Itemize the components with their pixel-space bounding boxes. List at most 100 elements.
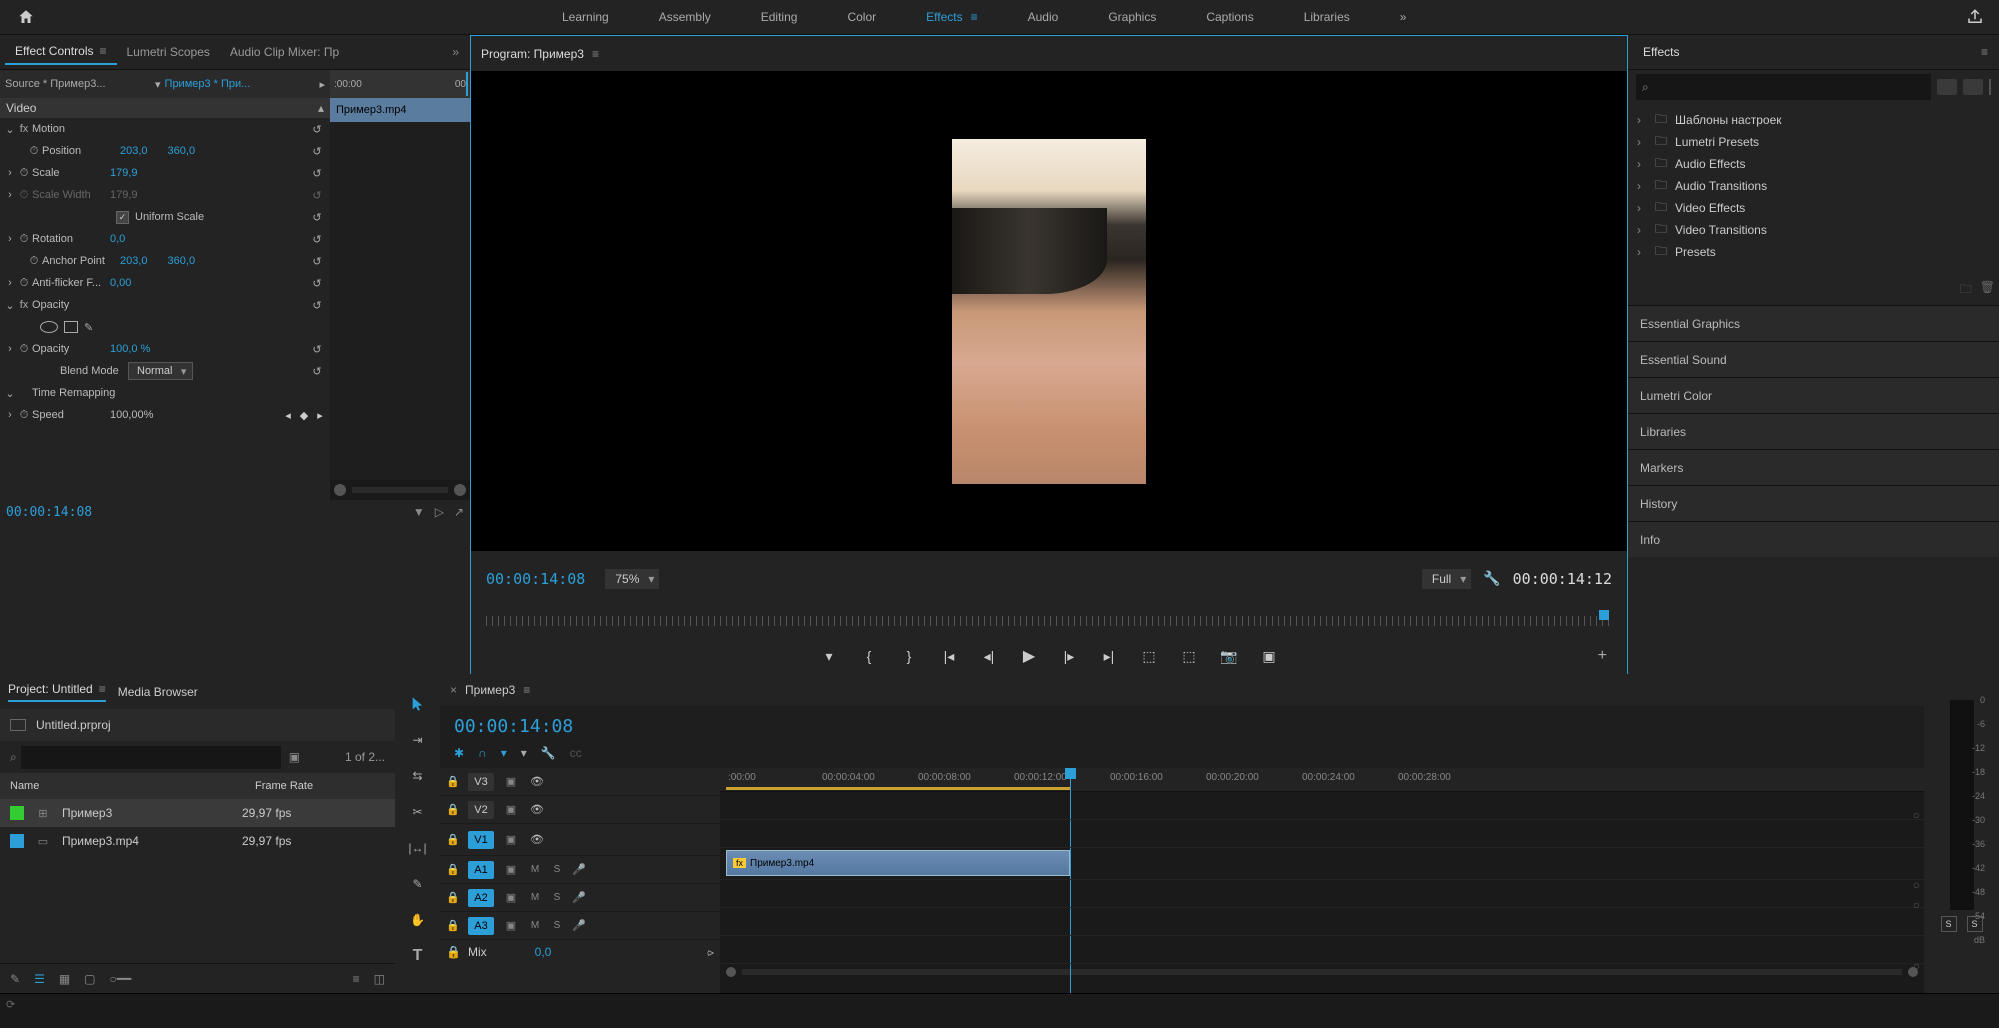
ellipse-mask-icon[interactable] <box>40 321 58 333</box>
stopwatch-icon[interactable]: ⏱ <box>16 343 32 356</box>
voice-over-icon[interactable]: 🎤 <box>572 891 586 904</box>
effects-search[interactable]: ⌕ <box>1636 74 1931 100</box>
type-tool[interactable]: T <box>408 946 428 966</box>
delete-icon[interactable]: 🗑 <box>1980 280 1995 301</box>
opacity-effect[interactable]: ⌄fx Opacity ↺ <box>0 294 330 316</box>
program-scrubber[interactable] <box>471 606 1627 636</box>
reset-icon[interactable]: ↺ <box>308 123 326 136</box>
work-area[interactable] <box>726 787 1070 790</box>
settings-icon[interactable]: 🔧 <box>1483 570 1500 587</box>
stopwatch-icon[interactable]: ⏱ <box>16 277 32 290</box>
tab-project[interactable]: Project: Untitled≡ <box>8 682 106 702</box>
snap-icon[interactable]: ✱ <box>454 746 464 760</box>
32bit-badge-icon[interactable] <box>1963 79 1983 95</box>
resolution-select[interactable]: Full <box>1422 569 1471 589</box>
project-item-sequence[interactable]: ⊞ Пример3 29,97 fps <box>0 799 395 827</box>
track-v1[interactable]: 🔒V1▣👁 <box>440 824 720 856</box>
step-forward-button[interactable]: |▸ <box>1060 648 1078 665</box>
out-icon[interactable]: ↗ <box>454 505 464 519</box>
ws-libraries[interactable]: Libraries <box>1279 2 1375 32</box>
scrubber-playhead[interactable] <box>1599 610 1609 620</box>
panel-essential-graphics[interactable]: Essential Graphics <box>1628 305 1999 341</box>
track-a3-content[interactable] <box>720 936 1924 964</box>
ws-captions[interactable]: Captions <box>1181 2 1278 32</box>
lock-icon[interactable]: 🔒 <box>446 775 460 788</box>
effects-folder[interactable]: ›🗀Presets <box>1633 241 1994 263</box>
effcon-timecode[interactable]: 00:00:14:08 <box>6 505 92 520</box>
effcon-mini-ruler[interactable]: :00:00 00 <box>330 70 470 98</box>
timeline-scrollbar[interactable] <box>720 964 1924 980</box>
reset-icon[interactable]: ↺ <box>308 299 326 312</box>
timeline-timecode[interactable]: 00:00:14:08 <box>454 716 573 737</box>
motion-effect[interactable]: ⌄fx Motion ↺ <box>0 118 330 140</box>
lock-icon[interactable]: 🔒 <box>446 833 460 846</box>
effects-folder[interactable]: ›🗀Video Transitions <box>1633 219 1994 241</box>
track-v3-content[interactable] <box>720 792 1924 820</box>
sync-lock-icon[interactable]: ▣ <box>502 833 520 846</box>
timeline-ruler[interactable]: :00:00 00:00:04:00 00:00:08:00 00:00:12:… <box>720 768 1924 792</box>
lock-icon[interactable]: 🔒 <box>446 863 460 876</box>
ripple-edit-tool[interactable]: ⇆ <box>408 766 428 786</box>
hand-tool[interactable]: ✋ <box>408 910 428 930</box>
filter-bin-icon[interactable]: ▣ <box>289 750 300 764</box>
track-v1-content[interactable]: fx Пример3.mp4 <box>720 848 1924 880</box>
step-back-button[interactable]: ◂| <box>980 648 998 665</box>
share-icon[interactable] <box>1966 8 1984 26</box>
sort-icon[interactable]: ≡ <box>353 972 360 986</box>
reset-icon[interactable]: ↺ <box>308 255 326 268</box>
program-timecode[interactable]: 00:00:14:08 <box>486 570 585 588</box>
expand-icon[interactable]: ⪧ <box>707 945 714 960</box>
reset-icon[interactable]: ↺ <box>308 365 326 378</box>
stopwatch-icon[interactable]: ⏱ <box>26 145 42 158</box>
effects-folder[interactable]: ›🗀Audio Effects <box>1633 153 1994 175</box>
video-section-header[interactable]: Video▴ <box>0 98 330 118</box>
comparison-button[interactable]: ▣ <box>1260 648 1278 665</box>
ws-graphics[interactable]: Graphics <box>1083 2 1181 32</box>
panel-essential-sound[interactable]: Essential Sound <box>1628 341 1999 377</box>
export-frame-button[interactable]: 📷 <box>1220 648 1238 665</box>
time-remapping-effect[interactable]: ⌄ Time Remapping <box>0 382 330 404</box>
track-v2-content[interactable] <box>720 820 1924 848</box>
eye-icon[interactable]: 👁 <box>528 833 546 846</box>
list-view-icon[interactable]: ☰ <box>34 972 45 986</box>
v-knob[interactable]: ○ <box>1913 878 1920 892</box>
accel-badge-icon[interactable] <box>1937 79 1957 95</box>
reset-icon[interactable]: ↺ <box>308 277 326 290</box>
tab-lumetri-scopes[interactable]: Lumetri Scopes <box>117 40 220 64</box>
sync-lock-icon[interactable]: ▣ <box>502 803 520 816</box>
lock-icon[interactable]: 🔒 <box>446 803 460 816</box>
linked-selection-icon[interactable]: ∩ <box>478 746 487 760</box>
track-a1-content[interactable] <box>720 880 1924 908</box>
go-to-in-button[interactable]: |◂ <box>940 648 958 665</box>
ws-audio[interactable]: Audio <box>1003 2 1084 32</box>
ws-color[interactable]: Color <box>822 2 901 32</box>
track-v2[interactable]: 🔒V2▣👁 <box>440 796 720 824</box>
ws-editing[interactable]: Editing <box>736 2 823 32</box>
mute-button[interactable]: M <box>528 892 542 903</box>
v-knob[interactable]: ○ <box>1913 959 1920 973</box>
track-a3[interactable]: 🔒A3▣MS🎤 <box>440 912 720 940</box>
extract-button[interactable]: ⬚ <box>1180 648 1198 665</box>
sync-lock-icon[interactable]: ▣ <box>502 891 520 904</box>
mini-playhead[interactable] <box>466 72 468 96</box>
panel-info[interactable]: Info <box>1628 521 1999 557</box>
new-bin-icon[interactable]: 🗀 <box>1960 280 1972 301</box>
lock-icon[interactable]: 🔒 <box>446 891 460 904</box>
track-a1[interactable]: 🔒A1▣MS🎤 <box>440 856 720 884</box>
stopwatch-icon[interactable]: ⏱ <box>16 167 32 180</box>
mute-button[interactable]: M <box>528 864 542 875</box>
razor-tool[interactable]: ✂ <box>408 802 428 822</box>
sync-lock-icon[interactable]: ▣ <box>502 775 520 788</box>
button-editor[interactable]: + <box>1598 647 1607 665</box>
track-v3[interactable]: 🔒V3▣👁 <box>440 768 720 796</box>
solo-button[interactable]: S <box>550 920 564 931</box>
ws-effects[interactable]: Effects <box>901 2 1002 32</box>
overflow-icon[interactable]: » <box>446 45 465 59</box>
go-to-out-button[interactable]: ▸| <box>1100 648 1118 665</box>
caption-track-icon[interactable]: cc <box>570 746 582 760</box>
play-button[interactable]: ▶ <box>1020 646 1038 666</box>
effects-folder[interactable]: ›🗀Audio Transitions <box>1633 175 1994 197</box>
in-icon[interactable]: ▷ <box>435 505 444 519</box>
lock-icon[interactable]: 🔒 <box>446 945 460 959</box>
track-a2[interactable]: 🔒A2▣MS🎤 <box>440 884 720 912</box>
